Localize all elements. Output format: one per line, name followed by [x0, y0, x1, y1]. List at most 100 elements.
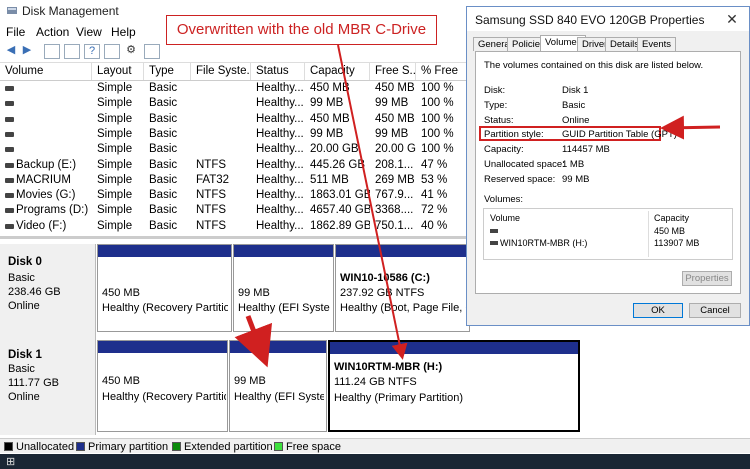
- cancel-button[interactable]: Cancel: [689, 303, 741, 318]
- column-status[interactable]: Status: [251, 63, 305, 80]
- table-row[interactable]: Simple Basic Healthy... 99 MB 99 MB 100 %: [0, 96, 470, 111]
- cell-status: Healthy...: [256, 158, 304, 171]
- free-space-swatch: [274, 442, 283, 451]
- volume-list: Simple Basic Healthy... 450 MB 450 MB 100 % Si…: [0, 81, 470, 233]
- disk-0-partition-recovery[interactable]: 450 MB Healthy (Recovery Partitio: [97, 244, 232, 332]
- primary-swatch: [76, 442, 85, 451]
- cell-status: Healthy...: [256, 127, 304, 140]
- partition-status: Healthy (Boot, Page File, Cr: [340, 302, 468, 314]
- legend-primary: Primary partition: [76, 441, 168, 453]
- cell-percent-free: 100 %: [421, 97, 454, 110]
- help-icon[interactable]: ?: [84, 44, 100, 59]
- partition-status: Healthy (Primary Partition): [334, 392, 463, 404]
- disk-1-partition-h[interactable]: WIN10RTM-MBR (H:) 111.24 GB NTFS Healthy…: [328, 340, 580, 432]
- table-row[interactable]: Simple Basic Healthy... 20.00 GB 20.00 GB 100…: [0, 142, 470, 157]
- table-row[interactable]: Movies (G:) Simple Basic NTFS Healthy... 1863…: [0, 188, 470, 203]
- drive-icon: [5, 131, 14, 137]
- legend: Unallocated Primary partition Extended p…: [0, 438, 750, 453]
- cell-status: Healthy...: [256, 189, 304, 202]
- cell-layout: Simple: [97, 204, 133, 217]
- cell-free-space: 450 MB: [375, 82, 415, 94]
- cell-free-space: 767.9...: [375, 189, 414, 202]
- cell-status: Healthy...: [256, 82, 304, 94]
- disk-1-label[interactable]: Disk 1 Basic 111.77 GB Online: [0, 339, 96, 435]
- disk-0-label[interactable]: Disk 0 Basic 238.46 GB Online: [0, 244, 96, 340]
- forward-icon[interactable]: ▶: [20, 44, 34, 57]
- disk-management-icon: [6, 4, 18, 16]
- column-type[interactable]: Type: [144, 63, 191, 80]
- cell-capacity: 511 MB: [310, 173, 349, 186]
- table-row[interactable]: MACRIUM Simple Basic FAT32 Healthy... 511 MB 2…: [0, 173, 470, 188]
- console-tree-icon[interactable]: [44, 44, 60, 59]
- column-percent-free[interactable]: % Free: [416, 63, 470, 80]
- cell-status: Healthy...: [256, 97, 304, 110]
- table-row[interactable]: Backup (E:) Simple Basic NTFS Healthy... 445.…: [0, 158, 470, 173]
- menu-help[interactable]: Help: [111, 25, 136, 39]
- disk-1-partition-efi[interactable]: 99 MB Healthy (EFI Syster: [229, 340, 327, 432]
- prop-partition-style-key: Partition style:: [484, 129, 544, 140]
- cell-file-system: NTFS: [196, 158, 227, 171]
- prop-unallocated-key: Unallocated space:: [484, 159, 565, 170]
- properties-icon[interactable]: [64, 44, 80, 59]
- menu-view[interactable]: View: [76, 25, 102, 39]
- menu-file[interactable]: File: [6, 25, 25, 39]
- column-file-system[interactable]: File Syste...: [191, 63, 251, 80]
- column-layout[interactable]: Layout: [92, 63, 144, 80]
- close-icon[interactable]: ✕: [722, 11, 742, 27]
- cell-free-space: 750.1...: [375, 219, 414, 232]
- vol-row-1-capacity: 450 MB: [654, 226, 686, 236]
- cell-percent-free: 47 %: [421, 158, 448, 171]
- table-row[interactable]: Simple Basic Healthy... 99 MB 99 MB 100 %: [0, 127, 470, 142]
- vol-col-volume: Volume: [490, 213, 521, 223]
- drive-icon: [490, 241, 498, 245]
- drive-icon: [5, 116, 14, 122]
- prop-capacity-key: Capacity:: [484, 144, 524, 155]
- menu-action[interactable]: Action: [36, 25, 69, 39]
- cell-status: Healthy...: [256, 112, 304, 125]
- disk-0-partition-efi[interactable]: 99 MB Healthy (EFI Systen: [233, 244, 334, 332]
- connect-icon[interactable]: ⚙: [124, 44, 138, 57]
- back-icon[interactable]: ◀: [4, 44, 18, 57]
- partition-title: WIN10-10586 (C:): [340, 272, 430, 284]
- drive-icon: [5, 208, 14, 214]
- windows-start-icon[interactable]: ⊞: [6, 455, 15, 468]
- table-row[interactable]: Simple Basic Healthy... 450 MB 450 MB 100 %: [0, 81, 470, 96]
- disk-name: Disk 0: [8, 256, 42, 268]
- properties-button[interactable]: Properties: [682, 271, 732, 286]
- disk-1-partition-recovery[interactable]: 450 MB Healthy (Recovery Partitio: [97, 340, 228, 432]
- unallocated-swatch: [4, 442, 13, 451]
- cell-capacity: 99 MB: [310, 97, 344, 110]
- rescan-icon[interactable]: [144, 44, 160, 59]
- table-row[interactable]: Programs (D:) Simple Basic NTFS Healthy... 46…: [0, 203, 470, 218]
- properties-dialog: Samsung SSD 840 EVO 120GB Properties ✕ G…: [466, 6, 750, 326]
- cell-percent-free: 72 %: [421, 204, 448, 217]
- vol-row-2-name: WIN10RTM-MBR (H:): [500, 238, 588, 248]
- cell-capacity: 1862.89 GB: [310, 219, 370, 232]
- disk-0-partition-c[interactable]: WIN10-10586 (C:) 237.92 GB NTFS Healthy …: [335, 244, 470, 332]
- table-row[interactable]: Video (F:) Simple Basic NTFS Healthy... 1862.…: [0, 219, 470, 233]
- cell-layout: Simple: [97, 143, 133, 156]
- prop-reserved-key: Reserved space:: [484, 174, 556, 185]
- prop-status-value: Online: [562, 115, 590, 126]
- ok-button[interactable]: OK: [633, 303, 683, 318]
- drive-icon: [5, 147, 14, 153]
- cell-free-space: 3368....: [375, 204, 414, 217]
- view-icon[interactable]: [104, 44, 120, 59]
- column-volume[interactable]: Volume: [0, 63, 92, 80]
- column-capacity[interactable]: Capacity: [305, 63, 370, 80]
- disk-size: 238.46 GB: [8, 286, 61, 298]
- taskbar: ⊞: [0, 454, 750, 469]
- cell-free-space: 208.1...: [375, 158, 414, 171]
- dialog-volumes-list[interactable]: Volume Capacity 450 MB WIN10RTM-MBR (H:)…: [483, 208, 733, 260]
- cell-volume: Video (F:): [16, 219, 67, 232]
- cell-volume: Backup (E:): [16, 158, 77, 171]
- tab-events[interactable]: Events: [637, 37, 677, 51]
- partition-size: 237.92 GB NTFS: [340, 287, 425, 299]
- column-free-space[interactable]: Free S...: [370, 63, 416, 80]
- partition-size: 450 MB: [102, 287, 140, 299]
- disk-type: Basic: [8, 363, 35, 375]
- partition-status: Healthy (Recovery Partitio: [102, 302, 228, 314]
- cell-status: Healthy...: [256, 204, 304, 217]
- partition-status: Healthy (EFI Systen: [238, 302, 330, 314]
- table-row[interactable]: Simple Basic Healthy... 450 MB 450 MB 100 %: [0, 112, 470, 127]
